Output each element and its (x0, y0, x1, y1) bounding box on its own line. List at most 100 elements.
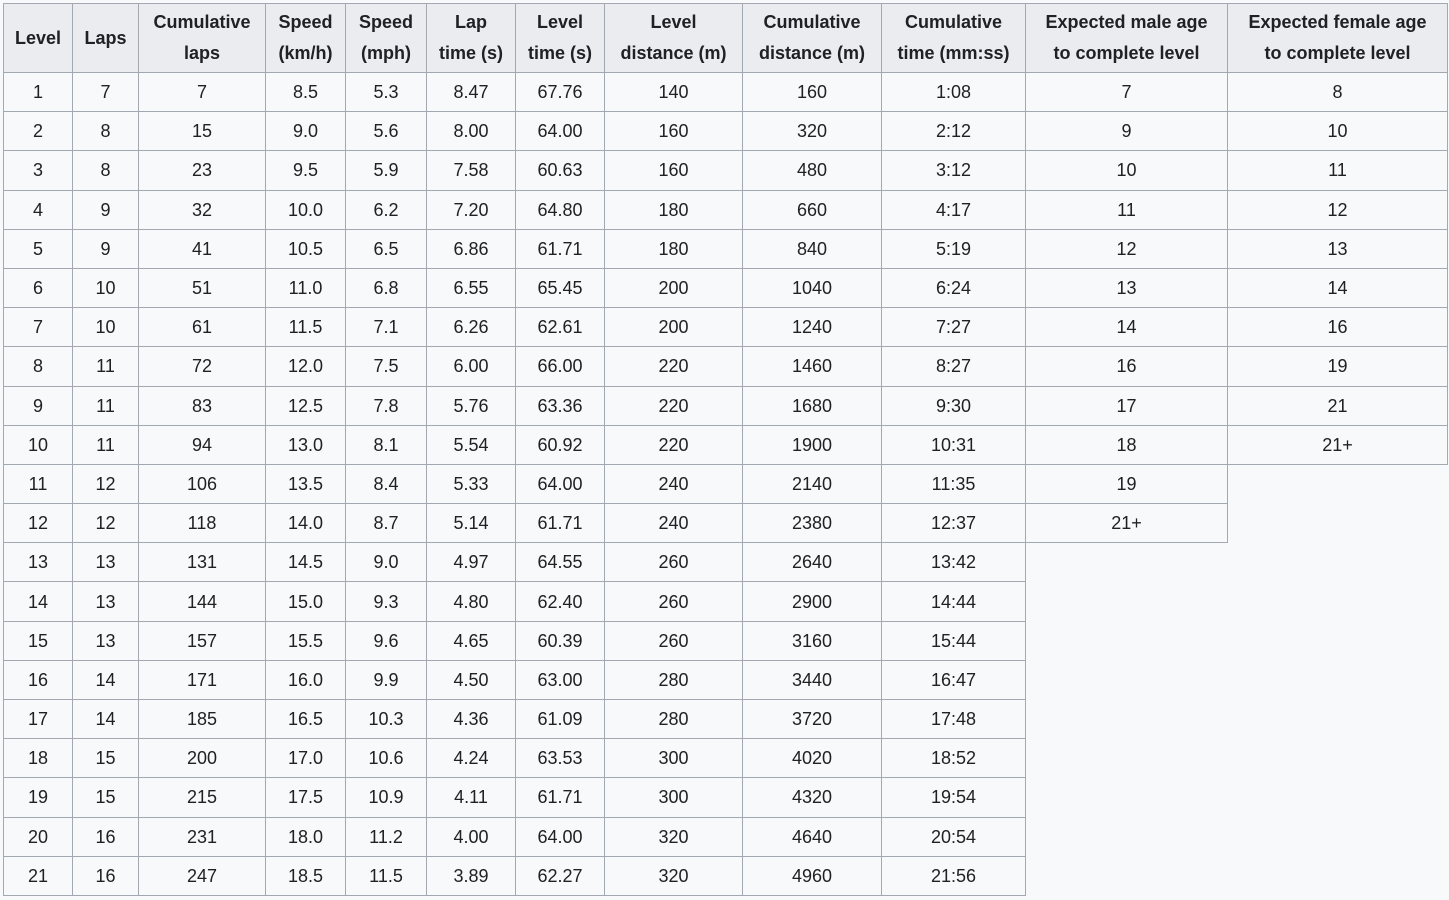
cell-lap-time: 5.14 (426, 503, 516, 544)
cell-level: 14 (3, 581, 73, 622)
cell-cumulative-distance: 1900 (742, 424, 882, 465)
cell-level: 5 (3, 228, 73, 269)
cell-level-time: 61.71 (515, 228, 605, 269)
cell-male-age: 18 (1025, 424, 1228, 465)
cell-laps: 13 (72, 542, 139, 583)
cell-level-time: 62.40 (515, 581, 605, 622)
empty-cell (1227, 856, 1448, 896)
cell-lap-time: 5.33 (426, 463, 516, 505)
cell-laps: 11 (72, 424, 139, 465)
cell-cumulative-distance: 2140 (742, 463, 882, 505)
table-row: 21 16 247 18.5 11.5 3.89 62.27 320 4960 21:56 (3, 855, 1448, 896)
empty-cell (1227, 542, 1448, 582)
cell-male-age: 14 (1025, 307, 1228, 348)
header-level-time: Level time (s) (515, 3, 605, 73)
cell-female-age: 8 (1227, 71, 1448, 113)
cell-cumulative-laps: 72 (138, 346, 266, 387)
cell-level-time: 60.63 (515, 150, 605, 191)
cell-lap-time: 4.50 (426, 659, 516, 701)
cell-male-age: 17 (1025, 385, 1228, 426)
cell-level-distance: 240 (604, 463, 743, 505)
cell-cumulative-laps: 15 (138, 111, 266, 152)
cell-level: 19 (3, 777, 73, 818)
cell-level-time: 65.45 (515, 267, 605, 309)
cell-cumulative-time: 6:24 (881, 267, 1026, 309)
empty-cell (1025, 817, 1228, 857)
table-row: 17 14 185 16.5 10.3 4.36 61.09 280 3720 17:48 (3, 698, 1448, 740)
cell-cumulative-laps: 131 (138, 542, 266, 583)
cell-cumulative-laps: 185 (138, 698, 266, 740)
cell-cumulative-laps: 23 (138, 150, 266, 191)
cell-level-time: 63.36 (515, 385, 605, 426)
empty-cell (1025, 542, 1228, 582)
cell-cumulative-distance: 2380 (742, 503, 882, 544)
cell-cumulative-distance: 4020 (742, 738, 882, 779)
cell-speed-kmh: 18.5 (265, 855, 346, 896)
cell-cumulative-laps: 171 (138, 659, 266, 701)
cell-level-distance: 160 (604, 111, 743, 152)
cell-level-distance: 320 (604, 816, 743, 857)
cell-cumulative-distance: 320 (742, 111, 882, 152)
header-cumulative-distance: Cumulative distance (m) (742, 3, 882, 73)
cell-level-distance: 320 (604, 855, 743, 896)
cell-cumulative-laps: 41 (138, 228, 266, 269)
cell-level-distance: 300 (604, 738, 743, 779)
cell-speed-mph: 6.2 (345, 189, 427, 230)
empty-cell (1025, 777, 1228, 818)
cell-speed-mph: 5.6 (345, 111, 427, 152)
cell-level-distance: 220 (604, 385, 743, 426)
cell-cumulative-time: 16:47 (881, 659, 1026, 701)
table-header: Level Laps Cumulative laps Speed (km/h) Speed(… (3, 3, 1448, 73)
cell-level-time: 63.00 (515, 659, 605, 701)
cell-speed-kmh: 11.0 (265, 267, 346, 309)
cell-laps: 10 (72, 267, 139, 309)
cell-lap-time: 4.80 (426, 581, 516, 622)
cell-male-age: 9 (1025, 111, 1228, 152)
cell-speed-kmh: 12.0 (265, 346, 346, 387)
cell-speed-kmh: 17.0 (265, 738, 346, 779)
cell-speed-mph: 7.5 (345, 346, 427, 387)
cell-level-time: 64.55 (515, 542, 605, 583)
cell-female-age: 21 (1227, 385, 1448, 426)
cell-male-age: 13 (1025, 267, 1228, 309)
cell-level: 3 (3, 150, 73, 191)
cell-male-age: 7 (1025, 71, 1228, 113)
header-laps: Laps (72, 3, 139, 73)
cell-level: 2 (3, 111, 73, 152)
cell-level-distance: 200 (604, 267, 743, 309)
cell-level-time: 60.92 (515, 424, 605, 465)
cell-laps: 14 (72, 659, 139, 701)
cell-cumulative-laps: 215 (138, 777, 266, 818)
cell-cumulative-distance: 2900 (742, 581, 882, 622)
cell-laps: 14 (72, 698, 139, 740)
cell-level: 21 (3, 855, 73, 896)
cell-level: 9 (3, 385, 73, 426)
cell-lap-time: 6.00 (426, 346, 516, 387)
table-row: 11 12 106 13.5 8.4 5.33 64.00 240 2140 11:35 19 (3, 463, 1448, 505)
cell-cumulative-time: 11:35 (881, 463, 1026, 505)
cell-laps: 13 (72, 620, 139, 661)
cell-male-age: 16 (1025, 346, 1228, 387)
empty-cell (1227, 621, 1448, 661)
cell-lap-time: 5.54 (426, 424, 516, 465)
cell-cumulative-distance: 4960 (742, 855, 882, 896)
cell-cumulative-distance: 480 (742, 150, 882, 191)
cell-speed-mph: 11.5 (345, 855, 427, 896)
cell-speed-mph: 8.1 (345, 424, 427, 465)
cell-cumulative-distance: 660 (742, 189, 882, 230)
empty-cell (1025, 738, 1228, 778)
cell-lap-time: 4.36 (426, 698, 516, 740)
cell-lap-time: 6.26 (426, 307, 516, 348)
cell-cumulative-distance: 1680 (742, 385, 882, 426)
beep-test-table: Level Laps Cumulative laps Speed (km/h) Speed(… (3, 3, 1448, 896)
cell-cumulative-laps: 83 (138, 385, 266, 426)
cell-cumulative-time: 2:12 (881, 111, 1026, 152)
cell-lap-time: 6.86 (426, 228, 516, 269)
cell-male-age: 21+ (1025, 503, 1228, 544)
cell-cumulative-time: 3:12 (881, 150, 1026, 191)
cell-cumulative-time: 13:42 (881, 542, 1026, 583)
cell-cumulative-laps: 247 (138, 855, 266, 896)
cell-lap-time: 4.00 (426, 816, 516, 857)
cell-laps: 7 (72, 71, 139, 113)
cell-male-age: 11 (1025, 189, 1228, 230)
